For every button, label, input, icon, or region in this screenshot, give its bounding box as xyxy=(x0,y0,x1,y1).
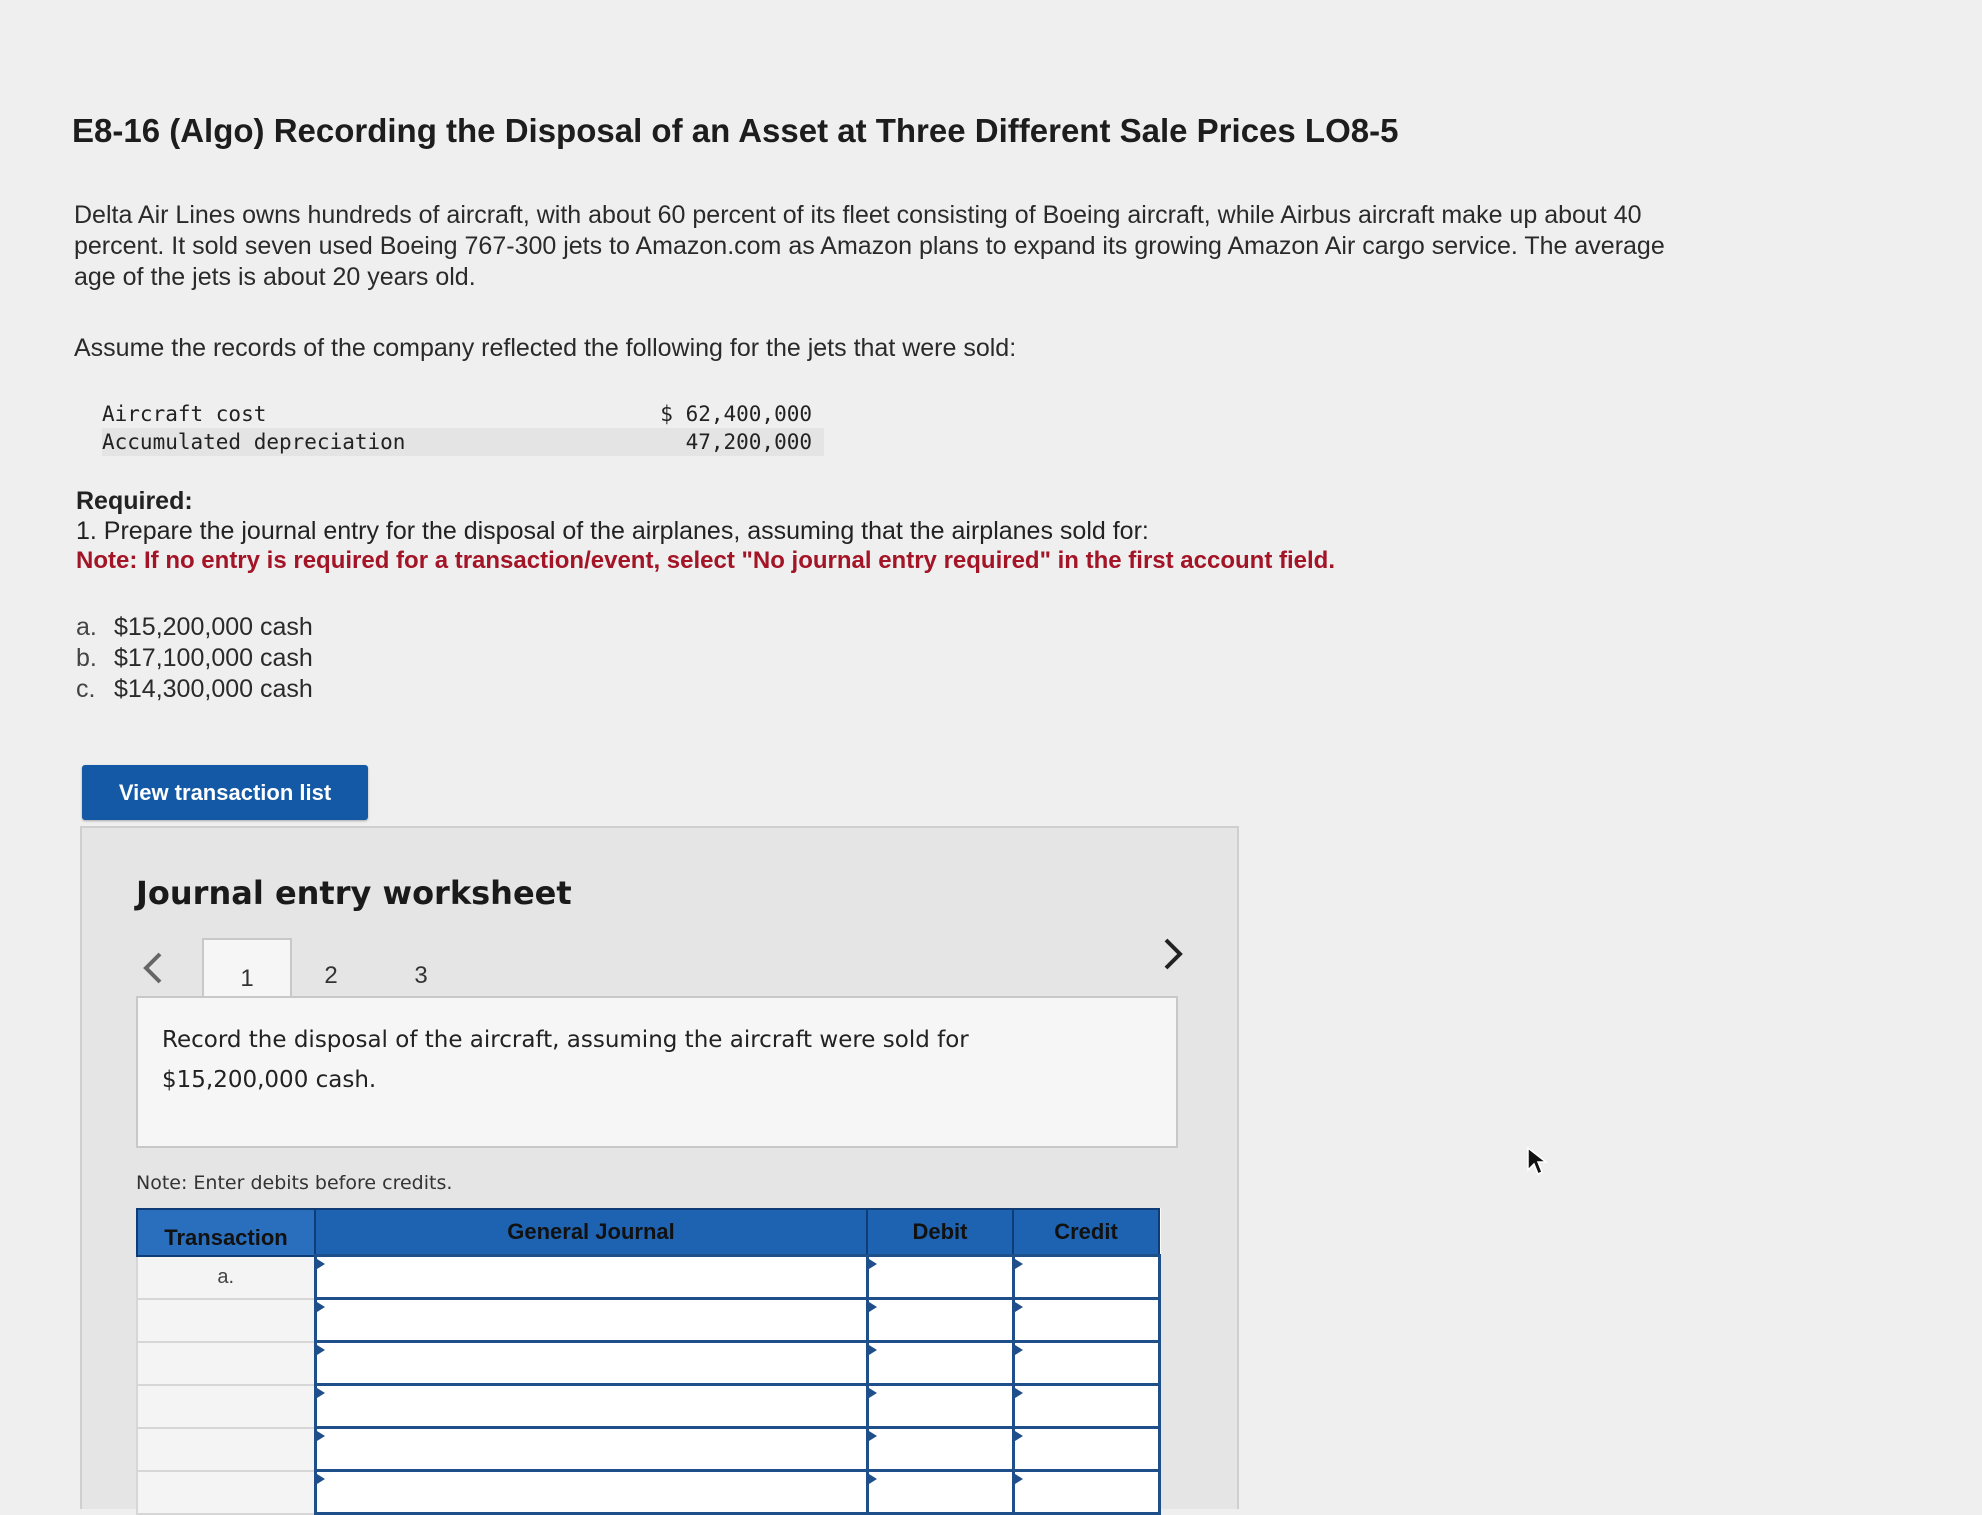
record-value: 47,200,000 xyxy=(522,428,824,456)
col-general-journal: General Journal xyxy=(314,1208,868,1257)
required-note: Note: If no entry is required for a tran… xyxy=(76,547,1335,574)
journal-entry-worksheet: Journal entry worksheet 1 2 3 Record the… xyxy=(80,826,1239,1515)
account-input[interactable] xyxy=(313,1297,869,1343)
record-row: Accumulated depreciation 47,200,000 xyxy=(102,428,824,456)
option-text: $17,100,000 cash xyxy=(114,644,313,672)
account-input[interactable] xyxy=(313,1469,869,1515)
col-debit: Debit xyxy=(866,1208,1014,1257)
credit-input[interactable] xyxy=(1011,1383,1161,1429)
table-row xyxy=(136,1340,1161,1386)
credit-input[interactable] xyxy=(1011,1426,1161,1472)
transaction-cell xyxy=(136,1297,316,1343)
assume-text: Assume the records of the company reflec… xyxy=(74,334,1017,362)
record-label: Aircraft cost xyxy=(102,402,267,426)
transaction-cell xyxy=(136,1383,316,1429)
transaction-cell: a. xyxy=(136,1254,316,1300)
debit-input[interactable] xyxy=(865,1340,1015,1386)
debit-input[interactable] xyxy=(865,1254,1015,1300)
credit-input[interactable] xyxy=(1011,1254,1161,1300)
credit-input[interactable] xyxy=(1011,1340,1161,1386)
chevron-right-icon[interactable] xyxy=(1158,936,1188,976)
table-row xyxy=(136,1426,1161,1472)
transaction-cell xyxy=(136,1426,316,1472)
debit-input[interactable] xyxy=(865,1297,1015,1343)
view-transaction-list-button[interactable]: View transaction list xyxy=(82,765,368,820)
debit-input[interactable] xyxy=(865,1426,1015,1472)
table-row xyxy=(136,1383,1161,1429)
transaction-cell xyxy=(136,1469,316,1515)
account-input[interactable] xyxy=(313,1254,869,1300)
option-letter: c. xyxy=(76,675,96,703)
account-input[interactable] xyxy=(313,1426,869,1472)
journal-table: Transaction General Journal Debit Credit… xyxy=(136,1208,1161,1515)
option-letter: a. xyxy=(76,613,97,641)
mouse-cursor-icon xyxy=(1526,1146,1550,1176)
col-credit: Credit xyxy=(1012,1208,1160,1257)
account-input[interactable] xyxy=(313,1383,869,1429)
records-table: Aircraft cost $ 62,400,000 Accumulated d… xyxy=(102,400,824,456)
transaction-cell xyxy=(136,1340,316,1386)
page: E8-16 (Algo) Recording the Disposal of a… xyxy=(0,0,1982,1515)
debit-input[interactable] xyxy=(865,1469,1015,1515)
record-value: $ 62,400,000 xyxy=(660,402,812,426)
instruction-text: Record the disposal of the aircraft, ass… xyxy=(162,1027,969,1093)
credit-input[interactable] xyxy=(1011,1297,1161,1343)
debit-input[interactable] xyxy=(865,1383,1015,1429)
account-input[interactable] xyxy=(313,1340,869,1386)
debits-note: Note: Enter debits before credits. xyxy=(136,1172,453,1194)
options-list: a. $15,200,000 cash b. $17,100,000 cash c.… xyxy=(76,612,313,705)
table-row xyxy=(136,1297,1161,1343)
table-row: a. xyxy=(136,1254,1161,1300)
required-section: Required: 1. Prepare the journal entry f… xyxy=(76,486,1335,576)
option-text: $14,300,000 cash xyxy=(114,675,313,703)
table-row xyxy=(136,1469,1161,1515)
instruction-box: Record the disposal of the aircraft, ass… xyxy=(136,996,1178,1148)
worksheet-title: Journal entry worksheet xyxy=(136,874,572,912)
list-item: b. $17,100,000 cash xyxy=(76,643,313,674)
list-item: a. $15,200,000 cash xyxy=(76,612,313,643)
required-heading: Required: xyxy=(76,487,193,515)
credit-input[interactable] xyxy=(1011,1469,1161,1515)
required-item: 1. Prepare the journal entry for the dis… xyxy=(76,517,1149,545)
option-text: $15,200,000 cash xyxy=(114,613,313,641)
record-row: Aircraft cost $ 62,400,000 xyxy=(102,400,824,428)
col-transaction: Transaction xyxy=(136,1208,316,1257)
page-title: E8-16 (Algo) Recording the Disposal of a… xyxy=(72,112,1399,149)
intro-paragraph: Delta Air Lines owns hundreds of aircraf… xyxy=(74,201,1665,291)
record-label: Accumulated depreciation xyxy=(102,428,522,456)
list-item: c. $14,300,000 cash xyxy=(76,674,313,705)
option-letter: b. xyxy=(76,644,97,672)
chevron-left-icon[interactable] xyxy=(138,950,168,990)
